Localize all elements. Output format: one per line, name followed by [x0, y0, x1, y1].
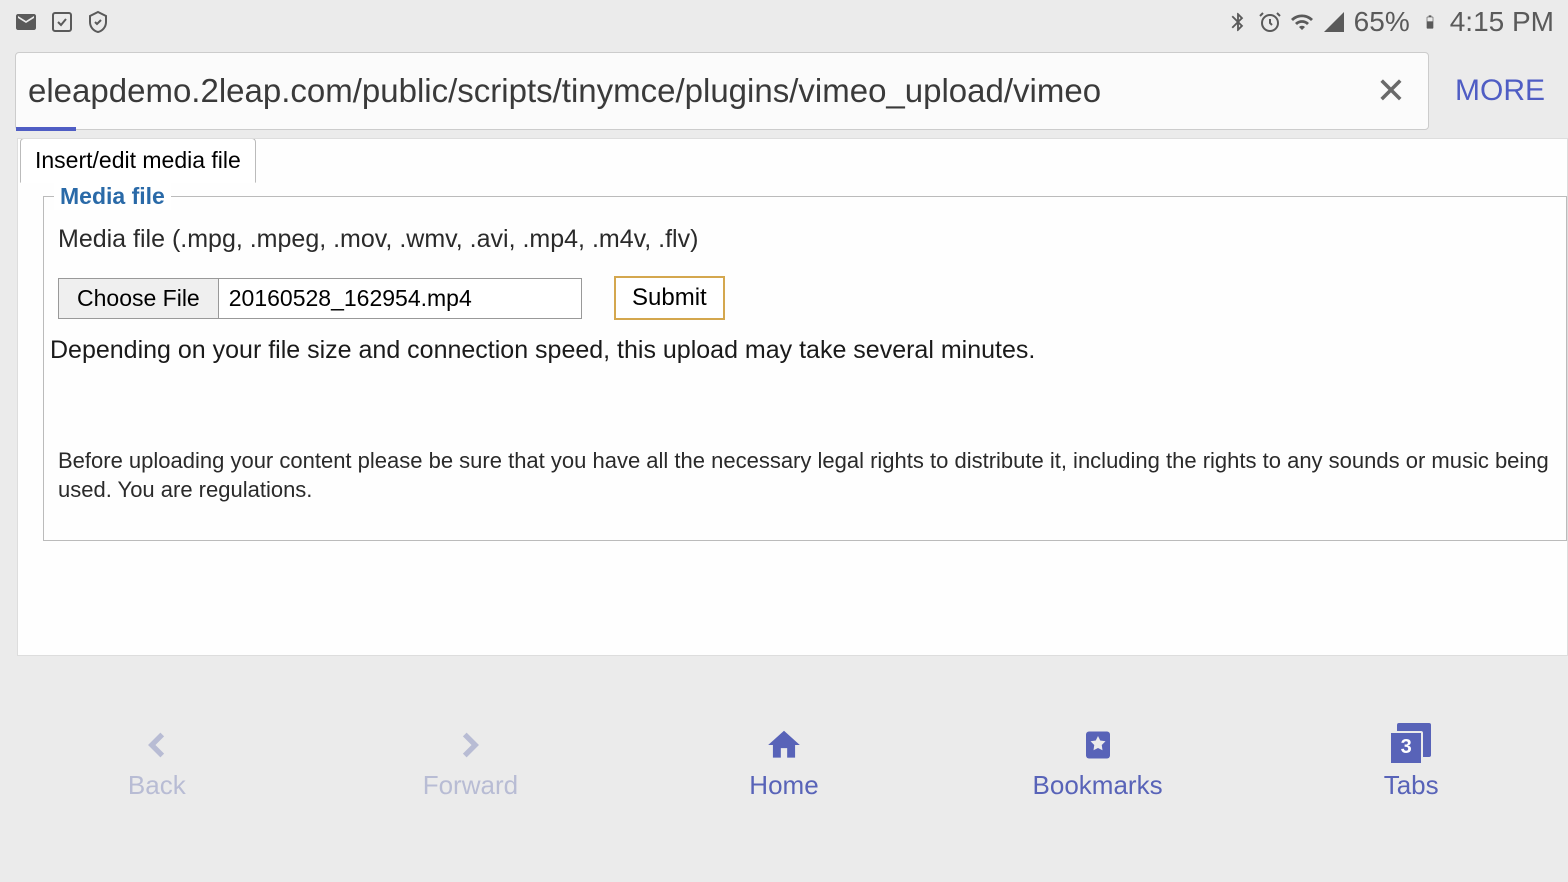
close-icon[interactable]: ✕	[1366, 70, 1416, 112]
clock-time: 4:15 PM	[1450, 6, 1554, 38]
address-bar[interactable]: eleapdemo.2leap.com/public/scripts/tinym…	[15, 52, 1429, 130]
file-input[interactable]: Choose File 20160528_162954.mp4	[58, 278, 582, 319]
tabs-icon: 3	[1390, 724, 1432, 766]
upload-info-text: Depending on your file size and connecti…	[50, 336, 1552, 365]
alarm-icon	[1258, 10, 1282, 34]
shield-icon	[86, 10, 110, 34]
fieldset-legend: Media file	[54, 183, 171, 210]
tab-insert-media[interactable]: Insert/edit media file	[20, 138, 256, 183]
checkbox-icon	[50, 10, 74, 34]
status-bar: 65% 4:15 PM	[0, 0, 1568, 44]
nav-bookmarks-label: Bookmarks	[1033, 770, 1163, 801]
chevron-right-icon	[449, 724, 491, 766]
nav-bookmarks[interactable]: Bookmarks	[941, 724, 1255, 801]
tab-count: 3	[1389, 731, 1423, 765]
nav-home[interactable]: Home	[627, 724, 941, 801]
signal-icon	[1322, 10, 1346, 34]
file-types-label: Media file (.mpg, .mpeg, .mov, .wmv, .av…	[58, 225, 1552, 254]
choose-file-button[interactable]: Choose File	[59, 279, 219, 318]
gmail-icon	[14, 10, 38, 34]
nav-back-label: Back	[128, 770, 186, 801]
bluetooth-icon	[1226, 10, 1250, 34]
page-content: Insert/edit media file Media file Media …	[17, 138, 1568, 656]
chevron-left-icon	[136, 724, 178, 766]
file-input-row: Choose File 20160528_162954.mp4 Submit	[58, 276, 1552, 320]
home-icon	[763, 724, 805, 766]
nav-forward[interactable]: Forward	[314, 724, 628, 801]
address-bar-row: eleapdemo.2leap.com/public/scripts/tinym…	[0, 44, 1568, 138]
media-file-fieldset: Media file Media file (.mpg, .mpeg, .mov…	[43, 196, 1567, 541]
bookmark-star-icon	[1077, 724, 1119, 766]
browser-bottom-nav: Back Forward Home Bookmarks 3 Tabs	[0, 707, 1568, 817]
battery-icon	[1418, 10, 1442, 34]
nav-tabs-label: Tabs	[1384, 770, 1439, 801]
submit-button[interactable]: Submit	[614, 276, 725, 320]
selected-file-name: 20160528_162954.mp4	[219, 279, 581, 318]
battery-percent: 65%	[1354, 6, 1410, 38]
progress-indicator	[16, 127, 76, 131]
more-button[interactable]: MORE	[1447, 74, 1553, 108]
nav-tabs[interactable]: 3 Tabs	[1254, 724, 1568, 801]
wifi-icon	[1290, 10, 1314, 34]
status-left-icons	[14, 10, 110, 34]
url-text: eleapdemo.2leap.com/public/scripts/tinym…	[28, 72, 1366, 110]
nav-back[interactable]: Back	[0, 724, 314, 801]
status-right-icons: 65% 4:15 PM	[1226, 6, 1554, 38]
nav-home-label: Home	[749, 770, 818, 801]
nav-forward-label: Forward	[423, 770, 518, 801]
legal-notice-text: Before uploading your content please be …	[58, 447, 1552, 504]
